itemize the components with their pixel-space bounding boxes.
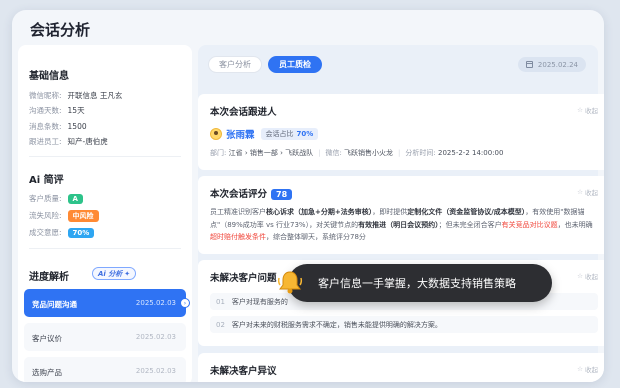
follow-staff-row: 跟进员工: 知产-唐伯虎 [29,137,108,146]
ai-analysis-label: Ai 分析 [98,269,123,278]
collapse-button[interactable]: ☆ 收起 [577,271,598,281]
progress-item-label: 竞品问题沟通 [32,300,77,309]
left-panel: 基础信息 微信昵称: 开联信息 王凡玄 沟通天数: 15天 消息条数: 1500 跟进… [18,45,192,382]
date-picker[interactable]: 2025.02.24 [517,57,586,72]
customer-quality-row: 客户质量: A [29,193,83,204]
page-title: 会话分析 [30,21,91,39]
sparkle-icon: ✦ [124,269,131,278]
collapse-button[interactable]: ☆ 收起 [577,364,598,374]
toast-notification: 客户信息一手掌握，大数据支持销售策略 [288,264,552,302]
score-badge: 78 [271,189,293,200]
unresolved-objections-card: 未解决客户异议 ☆ 收起 [198,353,604,382]
collapse-icon: ☆ [577,365,583,373]
progress-item-label: 客户议价 [32,334,62,343]
collapse-icon: ☆ [577,272,583,280]
progress-heading: 进度解析 [29,272,69,283]
app-window: 会话分析 基础信息 微信昵称: 开联信息 王凡玄 沟通天数: 15天 消息条数: 15… [12,10,604,382]
collapse-icon: ☆ [577,106,583,114]
wechat-nickname-row: 微信昵称: 开联信息 王凡玄 [29,91,123,100]
ai-review-heading: Ai 简评 [29,175,64,186]
person-name: 张雨霖 [226,130,255,141]
collapse-icon: ☆ [577,188,583,196]
right-panel: 客户分析 员工质检 2025.02.24 本次会话跟进人 ☆ 收起 张雨霖 会话占… [198,45,604,382]
card-title: 未解决客户问题 [210,273,277,284]
collapse-button[interactable]: ☆ 收起 [577,187,598,197]
score-summary: 员工精准识别客户核心诉求（加急+分期+法务审核），即时提供定制化文件（资金监管协… [210,208,593,241]
toast-text: 客户信息一手掌握，大数据支持销售策略 [318,277,516,290]
progress-item-bargain[interactable]: 客户议价 2025.02.03 [24,323,186,351]
date-value: 2025.02.24 [537,60,578,69]
session-ratio-badge: 会话占比 70% [260,128,319,140]
deal-intent-row: 成交意愿: 70% [29,227,95,238]
card-title: 本次会话评分 78 [210,186,293,200]
tab-customer-analysis[interactable]: 客户分析 [208,56,262,73]
progress-item-date: 2025.02.03 [135,299,176,307]
avatar [210,128,222,140]
divider [29,156,181,157]
progress-item-purchase[interactable]: 选购产品 2025.02.03 [24,357,186,382]
contact-days-row: 沟通天数: 15天 [29,106,85,115]
churn-risk-row: 流失风险: 中风险 [29,210,99,222]
card-title: 未解决客户异议 [210,366,277,377]
follow-person-card: 本次会话跟进人 ☆ 收起 张雨霖 会话占比 70% 部门: 江省 › 销售一部 › … [198,94,604,170]
list-item: 02 客户对未来的财税服务需求不确定，销售未能提供明确的解决方案。 [210,316,598,333]
progress-item-label: 选购产品 [32,368,62,377]
progress-item-date: 2025.02.03 [135,333,176,341]
person-meta: 部门: 江省 › 销售一部 › 飞跃战队 | 微信: 飞跃销售小火龙 | 分析时间: 2… [210,149,504,157]
ai-analysis-button[interactable]: Ai 分析 ✦ [92,267,137,280]
chevron-right-icon: › [180,298,190,308]
risk-badge: 中风险 [67,210,99,222]
progress-item-date: 2025.02.03 [135,367,176,375]
collapse-button[interactable]: ☆ 收起 [577,105,598,115]
calendar-icon [525,61,533,68]
basic-info-heading: 基础信息 [29,71,69,82]
message-count-row: 消息条数: 1500 [29,122,87,131]
intent-badge: 70% [67,228,95,238]
card-title: 本次会话跟进人 [210,107,277,118]
tab-staff-qc[interactable]: 员工质检 [268,56,322,73]
follow-person: 张雨霖 会话占比 70% [210,127,319,141]
session-score-card: 本次会话评分 78 ☆ 收起 员工精准识别客户核心诉求（加急+分期+法务审核），即时… [198,176,604,254]
progress-item-competitor[interactable]: 竞品问题沟通 2025.02.03 › [24,289,190,317]
quality-badge: A [67,194,83,204]
tab-bar: 客户分析 员工质检 [208,56,322,73]
bell-icon [277,271,303,294]
divider [29,248,181,249]
